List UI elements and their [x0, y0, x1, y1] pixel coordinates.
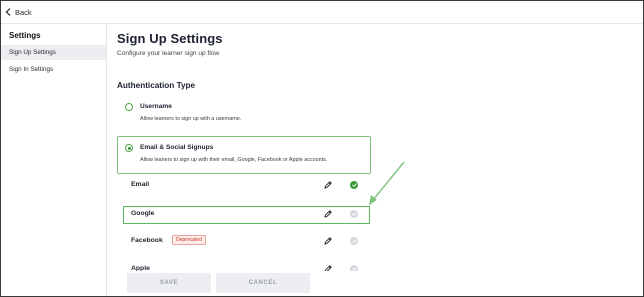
pencil-icon[interactable]: [323, 180, 333, 190]
top-bar: Back: [1, 1, 643, 24]
username-radio[interactable]: [125, 103, 133, 111]
back-button[interactable]: Back: [5, 8, 32, 17]
provider-label: Facebook: [131, 237, 163, 244]
pencil-icon[interactable]: [323, 236, 333, 246]
provider-row-facebook: Facebook Deprecated: [123, 233, 369, 251]
save-button[interactable]: SAVE: [127, 273, 211, 293]
form-footer: SAVE CANCEL: [117, 271, 643, 296]
sidebar-title: Settings: [9, 31, 41, 40]
deprecated-badge: Deprecated: [172, 235, 206, 245]
settings-sidebar: Settings Sign Up Settings Sign In Settin…: [1, 24, 107, 296]
disabled-check-icon[interactable]: [350, 237, 358, 245]
option-email-social[interactable]: Email & Social Signups Allow leaners to …: [117, 136, 371, 174]
page-title: Sign Up Settings: [117, 31, 223, 46]
chevron-left-icon: [5, 8, 11, 16]
google-row-highlight: [123, 206, 370, 224]
provider-row-email: Email: [123, 177, 369, 195]
option-email-social-description: Allow leaners to sign up with their emai…: [140, 157, 328, 163]
email-social-radio[interactable]: [125, 144, 133, 152]
provider-label: Email: [131, 181, 150, 188]
enabled-check-icon[interactable]: [350, 181, 358, 189]
option-username[interactable]: Username Allow learners to sign up with …: [117, 95, 371, 128]
cancel-button[interactable]: CANCEL: [216, 273, 310, 293]
option-username-label: Username: [140, 103, 172, 110]
app-window: Back Settings Sign Up Settings Sign In S…: [0, 0, 644, 297]
option-username-description: Allow learners to sign up with a usernam…: [140, 116, 242, 122]
option-email-social-label: Email & Social Signups: [140, 144, 214, 151]
sidebar-item-sign-up-settings[interactable]: Sign Up Settings: [1, 45, 106, 60]
sidebar-item-sign-in-settings[interactable]: Sign In Settings: [1, 62, 106, 77]
main-content: Sign Up Settings Configure your learner …: [117, 31, 637, 273]
section-title-authentication-type: Authentication Type: [117, 81, 196, 90]
page-subtitle: Configure your learner sign up flow: [117, 50, 220, 57]
back-label: Back: [15, 7, 32, 17]
